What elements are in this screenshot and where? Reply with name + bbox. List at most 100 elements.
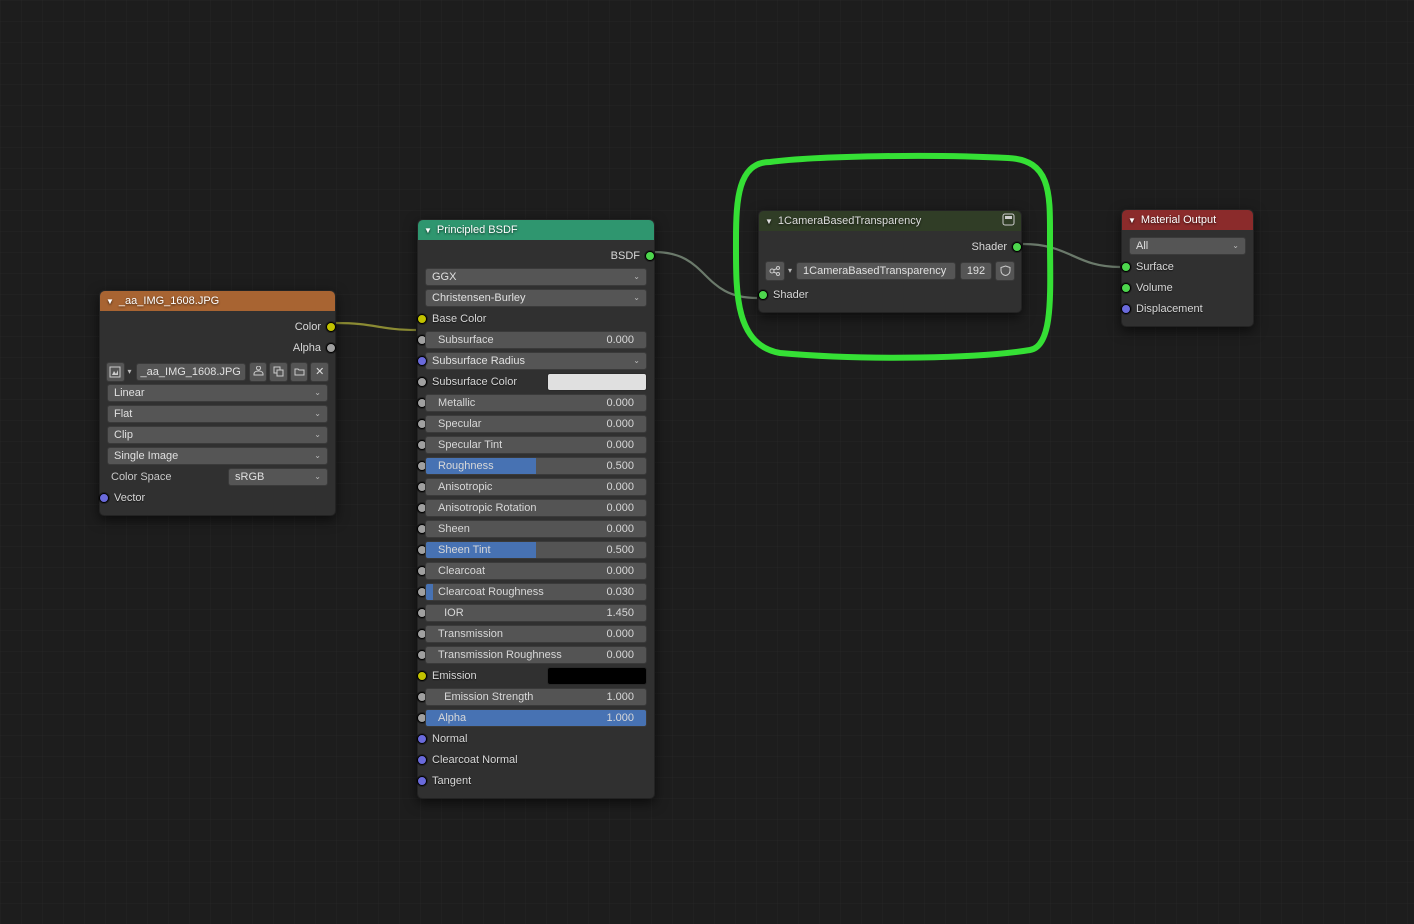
node-header[interactable]: ▼ Principled BSDF: [418, 220, 654, 240]
color-swatch[interactable]: [547, 373, 647, 391]
node-principled-bsdf[interactable]: ▼ Principled BSDF BSDF GGX⌄ Christensen-…: [417, 219, 655, 799]
nodetree-users[interactable]: 192: [960, 262, 992, 280]
input-surface: Surface: [1127, 256, 1248, 277]
input-transmission: Transmission0.000: [423, 623, 649, 644]
input-sheen-tint: Sheen Tint0.500: [423, 539, 649, 560]
input-subsurface-color: Subsurface Color: [423, 371, 649, 392]
input-anisotropic: Anisotropic0.000: [423, 476, 649, 497]
slider[interactable]: Clearcoat Roughness0.030: [425, 583, 647, 601]
node-material-output[interactable]: ▼ Material Output All⌄ Surface Volume Di…: [1121, 209, 1254, 327]
node-title: 1CameraBasedTransparency: [778, 215, 921, 227]
color-swatch[interactable]: [547, 667, 647, 685]
distribution-dropdown[interactable]: GGX⌄: [425, 268, 647, 286]
input-displacement: Displacement: [1127, 298, 1248, 319]
input-sheen: Sheen0.000: [423, 518, 649, 539]
socket-color[interactable]: [326, 322, 336, 332]
input-volume: Volume: [1127, 277, 1248, 298]
slider[interactable]: Transmission Roughness0.000: [425, 646, 647, 664]
slider[interactable]: Clearcoat0.000: [425, 562, 647, 580]
socket-displacement[interactable]: [1121, 304, 1131, 314]
socket[interactable]: [417, 776, 427, 786]
slider[interactable]: Metallic0.000: [425, 394, 647, 412]
input-subsurface-radius: Subsurface Radius⌄: [423, 350, 649, 371]
slider[interactable]: Specular0.000: [425, 415, 647, 433]
group-interface-icon[interactable]: [1002, 213, 1015, 229]
slider[interactable]: Anisotropic0.000: [425, 478, 647, 496]
socket-shader-out[interactable]: [1012, 242, 1022, 252]
input-specular-tint: Specular Tint0.000: [423, 434, 649, 455]
nodetree-name-field[interactable]: 1CameraBasedTransparency: [796, 262, 956, 280]
subsurface-method-dropdown[interactable]: Christensen-Burley⌄: [425, 289, 647, 307]
output-bsdf: BSDF: [423, 245, 649, 266]
input-metallic: Metallic0.000: [423, 392, 649, 413]
input-ior: IOR1.450: [423, 602, 649, 623]
collapse-icon[interactable]: ▼: [765, 217, 773, 226]
input-base-color: Base Color: [423, 308, 649, 329]
slider[interactable]: Subsurface0.000: [425, 331, 647, 349]
output-shader: Shader: [764, 236, 1016, 257]
socket[interactable]: [417, 734, 427, 744]
socket[interactable]: [417, 356, 427, 366]
input-emission: Emission: [423, 665, 649, 686]
output-color: Color: [105, 316, 330, 337]
dropdown[interactable]: Subsurface Radius⌄: [425, 352, 647, 370]
node-header[interactable]: ▼ _aa_IMG_1608.JPG: [100, 291, 335, 311]
input-subsurface: Subsurface0.000: [423, 329, 649, 350]
input-roughness: Roughness0.500: [423, 455, 649, 476]
unlink-image-icon[interactable]: ✕: [310, 362, 329, 382]
shield-icon[interactable]: [995, 261, 1015, 281]
node-image-texture[interactable]: ▼ _aa_IMG_1608.JPG Color Alpha ▾ _aa_IMG…: [99, 290, 336, 516]
socket-alpha[interactable]: [326, 343, 336, 353]
collapse-icon[interactable]: ▼: [424, 226, 432, 235]
slider[interactable]: Sheen Tint0.500: [425, 541, 647, 559]
slider[interactable]: Roughness0.500: [425, 457, 647, 475]
input-anisotropic-rotation: Anisotropic Rotation0.000: [423, 497, 649, 518]
slider[interactable]: Sheen0.000: [425, 520, 647, 538]
socket[interactable]: [417, 755, 427, 765]
output-alpha: Alpha: [105, 337, 330, 358]
node-title: _aa_IMG_1608.JPG: [119, 295, 219, 307]
slider[interactable]: Anisotropic Rotation0.000: [425, 499, 647, 517]
extension-dropdown[interactable]: Clip⌄: [107, 426, 328, 444]
open-image-icon[interactable]: [290, 362, 309, 382]
browse-nodetree-icon[interactable]: [765, 261, 785, 281]
input-clearcoat-normal: Clearcoat Normal: [423, 749, 649, 770]
collapse-icon[interactable]: ▼: [1128, 216, 1136, 225]
interpolation-dropdown[interactable]: Linear⌄: [107, 384, 328, 402]
node-header[interactable]: ▼ 1CameraBasedTransparency: [759, 211, 1021, 231]
slider[interactable]: IOR1.450: [425, 604, 647, 622]
socket[interactable]: [417, 671, 427, 681]
collapse-icon[interactable]: ▼: [106, 297, 114, 306]
socket[interactable]: [417, 314, 427, 324]
node-title: Principled BSDF: [437, 224, 518, 236]
projection-dropdown[interactable]: Flat⌄: [107, 405, 328, 423]
input-emission-strength: Emission Strength1.000: [423, 686, 649, 707]
node-group-camera-transparency[interactable]: ▼ 1CameraBasedTransparency Shader ▾ 1Cam…: [758, 210, 1022, 313]
colorspace-dropdown[interactable]: sRGB⌄: [228, 468, 328, 486]
input-tangent: Tangent: [423, 770, 649, 791]
input-vector: Vector: [105, 487, 330, 508]
new-image-icon[interactable]: [269, 362, 288, 382]
input-alpha: Alpha1.000: [423, 707, 649, 728]
image-name-field[interactable]: _aa_IMG_1608.JPG: [136, 363, 246, 381]
socket[interactable]: [417, 377, 427, 387]
socket-vector[interactable]: [99, 493, 109, 503]
browse-image-icon[interactable]: [106, 362, 125, 382]
socket-volume[interactable]: [1121, 283, 1131, 293]
input-clearcoat: Clearcoat0.000: [423, 560, 649, 581]
slider[interactable]: Alpha1.000: [425, 709, 647, 727]
node-title: Material Output: [1141, 214, 1216, 226]
socket-bsdf[interactable]: [645, 251, 655, 261]
slider[interactable]: Specular Tint0.000: [425, 436, 647, 454]
slider[interactable]: Emission Strength1.000: [425, 688, 647, 706]
source-dropdown[interactable]: Single Image⌄: [107, 447, 328, 465]
node-header[interactable]: ▼ Material Output: [1122, 210, 1253, 230]
socket-surface[interactable]: [1121, 262, 1131, 272]
fake-user-icon[interactable]: [249, 362, 268, 382]
target-dropdown[interactable]: All⌄: [1129, 237, 1246, 255]
input-clearcoat-roughness: Clearcoat Roughness0.030: [423, 581, 649, 602]
socket-shader-in[interactable]: [758, 290, 768, 300]
input-specular: Specular0.000: [423, 413, 649, 434]
input-shader: Shader: [764, 284, 1016, 305]
slider[interactable]: Transmission0.000: [425, 625, 647, 643]
